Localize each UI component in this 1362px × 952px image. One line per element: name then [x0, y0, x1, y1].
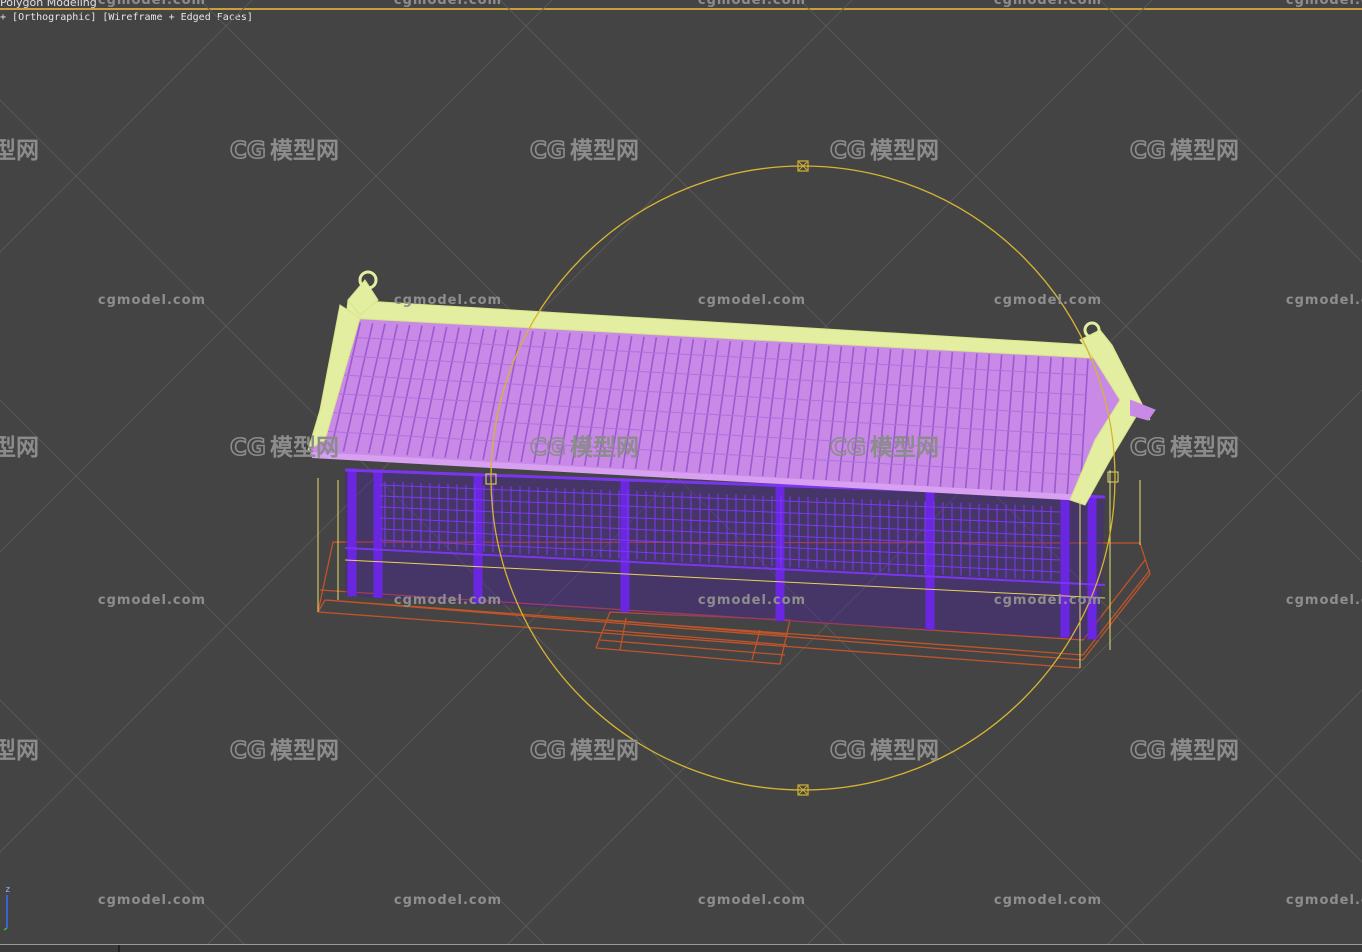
watermark-site-text: cgmodel.com: [1286, 0, 1362, 8]
watermark-cn-text: 模型网: [270, 435, 339, 461]
watermark-site-text: cgmodel.com: [1286, 593, 1362, 608]
time-slider-marker[interactable]: [118, 945, 120, 952]
watermark-cn-text: 模型网: [0, 738, 39, 764]
watermark-logo-text: CG: [830, 138, 866, 164]
watermark-site-text: cgmodel.com: [98, 893, 206, 908]
watermark-cn-text: 模型网: [1170, 435, 1239, 461]
watermark-logo-text: CG: [530, 738, 566, 764]
watermark-logo-text: CG: [230, 138, 266, 164]
watermark-site-text: cgmodel.com: [98, 293, 206, 308]
watermark-logo-text: CG: [1130, 138, 1166, 164]
watermark-logo-text: CG: [530, 138, 566, 164]
watermark-site-text: cgmodel.com: [394, 0, 502, 8]
watermark-cn-text: 模型网: [570, 435, 639, 461]
watermark-cn-text: 模型网: [270, 138, 339, 164]
watermark-site-text: cgmodel.com: [394, 593, 502, 608]
watermark-logo-text: CG: [830, 738, 866, 764]
axis-gizmo: z: [3, 885, 10, 931]
axis-z-label: z: [5, 885, 10, 895]
watermark-site-text: cgmodel.com: [698, 0, 806, 8]
watermark-cn-text: 模型网: [870, 738, 939, 764]
watermark-site-text: cgmodel.com: [98, 0, 206, 8]
watermark-cn-text: 模型网: [870, 138, 939, 164]
watermark-site-text: cgmodel.com: [698, 293, 806, 308]
watermark-site-text: cgmodel.com: [394, 893, 502, 908]
watermark-site-text: cgmodel.com: [994, 893, 1102, 908]
watermark-site-text: cgmodel.com: [994, 593, 1102, 608]
watermark-site-text: cgmodel.com: [994, 0, 1102, 8]
watermark-logo-text: CG: [530, 435, 566, 461]
watermark-cn-text: 模型网: [870, 435, 939, 461]
watermark-site-text: cgmodel.com: [698, 893, 806, 908]
watermark-logo-text: CG: [830, 435, 866, 461]
watermark-cn-text: 模型网: [270, 738, 339, 764]
watermark-logo-text: CG: [1130, 435, 1166, 461]
building-model[interactable]: [307, 270, 1156, 669]
watermark-site-text: cgmodel.com: [1286, 893, 1362, 908]
watermark-site-text: cgmodel.com: [994, 293, 1102, 308]
watermark-cn-text: 模型网: [0, 435, 39, 461]
watermark-site-text: cgmodel.com: [98, 593, 206, 608]
watermark-cn-text: 模型网: [1170, 738, 1239, 764]
time-slider-bar[interactable]: [0, 944, 1362, 952]
watermark-logo-text: CG: [230, 435, 266, 461]
watermark-cn-text: 模型网: [1170, 138, 1239, 164]
viewport[interactable]: Polygon Modeling + [Orthographic] [Wiref…: [0, 0, 1362, 952]
watermark-site-text: cgmodel.com: [394, 293, 502, 308]
watermark-cn-text: 模型网: [570, 138, 639, 164]
watermark-logo-text: CG: [230, 738, 266, 764]
watermark-site-text: cgmodel.com: [1286, 293, 1362, 308]
watermark-cn-text: 模型网: [0, 138, 39, 164]
watermark-cn-text: 模型网: [570, 738, 639, 764]
watermark-logo-text: CG: [1130, 738, 1166, 764]
viewport-scene[interactable]: cgmodel.com cgmodel.com cgmodel.com cgmodel…: [0, 0, 1362, 952]
watermark-site-text: cgmodel.com: [698, 593, 806, 608]
